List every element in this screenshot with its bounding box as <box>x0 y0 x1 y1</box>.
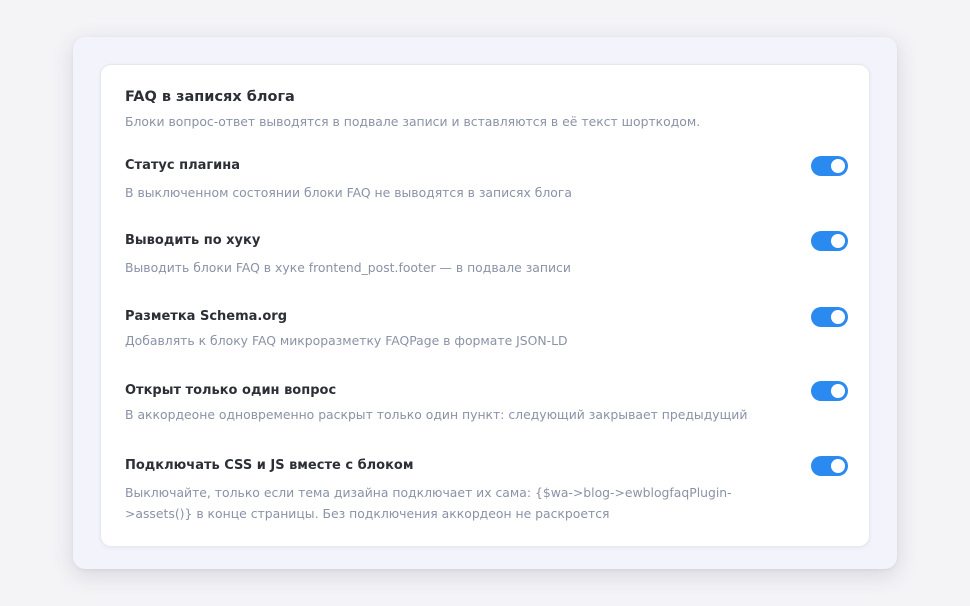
setting-description: Добавлять к блоку FAQ микроразметку FAQP… <box>125 333 568 348</box>
setting-description: Выводить блоки FAQ в хуке frontend_post.… <box>125 260 571 275</box>
panel-title: FAQ в записях блога <box>125 89 295 105</box>
setting-label: Статус плагина <box>125 158 241 173</box>
toggle-knob <box>831 459 845 473</box>
settings-card: FAQ в записях блога Блоки вопрос-ответ в… <box>100 64 870 547</box>
setting-row-single-open: Открыт только один вопрос В аккордеоне о… <box>125 381 848 425</box>
setting-label: Подключать CSS и JS вместе с блоком <box>125 458 414 473</box>
setting-row-hook-output: Выводить по хуку Выводить блоки FAQ в ху… <box>125 231 848 278</box>
setting-row-schema-markup: Разметка Schema.org Добавлять к блоку FA… <box>125 307 848 351</box>
plugin-status-toggle[interactable] <box>811 156 848 176</box>
hook-output-toggle[interactable] <box>811 231 848 251</box>
toggle-knob <box>831 310 845 324</box>
setting-label: Разметка Schema.org <box>125 309 287 324</box>
setting-row-include-assets: Подключать CSS и JS вместе с блоком Выкл… <box>125 456 848 524</box>
toggle-knob <box>831 234 845 248</box>
setting-description: В аккордеоне одновременно раскрыт только… <box>125 407 748 422</box>
single-open-toggle[interactable] <box>811 381 848 401</box>
include-assets-toggle[interactable] <box>811 456 848 476</box>
setting-label: Открыт только один вопрос <box>125 383 337 398</box>
panel-subtitle: Блоки вопрос-ответ выводятся в подвале з… <box>125 114 701 129</box>
setting-row-plugin-status: Статус плагина В выключенном состоянии б… <box>125 156 848 203</box>
setting-description: В выключенном состоянии блоки FAQ не выв… <box>125 185 572 200</box>
panel-header: FAQ в записях блога Блоки вопрос-ответ в… <box>125 87 700 130</box>
settings-frame: FAQ в записях блога Блоки вопрос-ответ в… <box>73 37 897 569</box>
setting-label: Выводить по хуку <box>125 233 261 248</box>
setting-description: Выключайте, только если тема дизайна под… <box>125 485 732 521</box>
toggle-knob <box>831 159 845 173</box>
toggle-knob <box>831 384 845 398</box>
schema-markup-toggle[interactable] <box>811 307 848 327</box>
